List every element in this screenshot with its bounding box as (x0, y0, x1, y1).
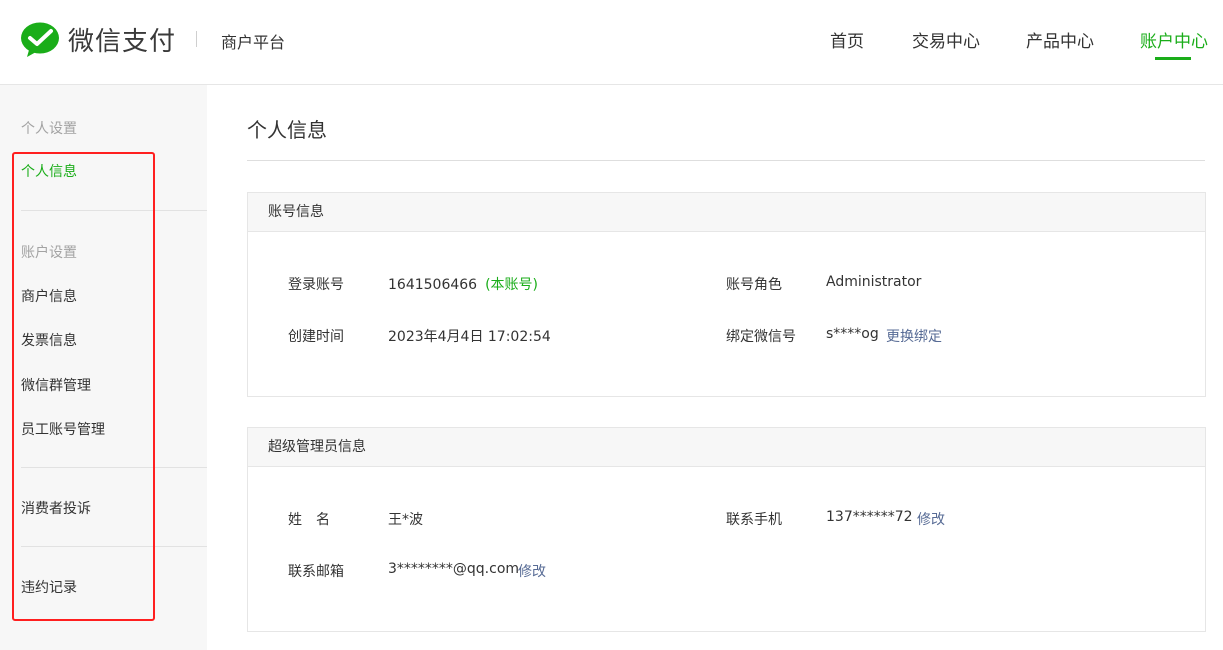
login-account-value: 1641506466 (本账号) (388, 274, 538, 294)
bound-wechat-value: s****og (826, 326, 879, 342)
header-divider (196, 31, 197, 47)
wechat-pay-logo-icon (21, 22, 59, 57)
edit-phone-link[interactable]: 修改 (917, 509, 945, 529)
account-info-card-title: 账号信息 (248, 193, 1205, 232)
contact-phone-value: 137******72 (826, 509, 913, 525)
nav-transactions[interactable]: 交易中心 (912, 27, 980, 52)
change-binding-link[interactable]: 更换绑定 (886, 326, 942, 346)
platform-name: 商户平台 (221, 33, 286, 52)
contact-email-value: 3********@qq.com (388, 561, 520, 577)
nav-account[interactable]: 账户中心 (1140, 27, 1208, 52)
contact-phone-label: 联系手机 (726, 512, 782, 528)
login-account-label: 登录账号 (288, 277, 344, 293)
nav-products[interactable]: 产品中心 (1026, 27, 1094, 52)
account-info-card: 账号信息 登录账号 1641506466 (本账号) 账号角色 Administr… (247, 192, 1206, 397)
wechat-pay-logo[interactable]: 微信支付 (20, 21, 176, 58)
name-value: 王*波 (388, 512, 423, 528)
sidebar-divider (21, 546, 207, 547)
active-nav-underline (1155, 57, 1191, 60)
sidebar-item-violation-records[interactable]: 违约记录 (21, 577, 77, 597)
created-time-value: 2023年4月4日 17:02:54 (388, 329, 551, 345)
edit-email-link[interactable]: 修改 (518, 561, 546, 581)
sidebar-item-personal-info[interactable]: 个人信息 (21, 161, 77, 181)
sidebar-item-merchant-info[interactable]: 商户信息 (21, 286, 77, 306)
super-admin-card: 超级管理员信息 姓 名 王*波 联系手机 137******72 修改 联系邮箱… (247, 427, 1206, 632)
account-role-label: 账号角色 (726, 277, 782, 293)
sidebar-item-invoice-info[interactable]: 发票信息 (21, 330, 77, 350)
sidebar-item-wechat-groups[interactable]: 微信群管理 (21, 375, 91, 395)
name-label: 姓 名 (288, 512, 330, 528)
super-admin-card-title: 超级管理员信息 (248, 428, 1205, 467)
contact-email-label: 联系邮箱 (288, 564, 344, 580)
sidebar-divider (21, 467, 207, 468)
sidebar-group-account: 账户设置 (21, 245, 77, 261)
bound-wechat-label: 绑定微信号 (726, 329, 796, 345)
top-header: 微信支付 商户平台 首页 交易中心 产品中心 账户中心 (0, 0, 1223, 85)
nav-home[interactable]: 首页 (830, 27, 864, 52)
sidebar-item-consumer-complaints[interactable]: 消费者投诉 (21, 498, 91, 518)
sidebar-group-personal: 个人设置 (21, 121, 77, 137)
sidebar: 个人设置 个人信息 账户设置 商户信息 发票信息 微信群管理 员工账号管理 消费… (0, 85, 207, 650)
account-role-value: Administrator (826, 274, 922, 290)
brand-name: 微信支付 (68, 27, 177, 57)
created-time-label: 创建时间 (288, 329, 344, 345)
page-title: 个人信息 (247, 118, 327, 142)
sidebar-item-staff-accounts[interactable]: 员工账号管理 (21, 419, 105, 439)
title-divider (247, 160, 1205, 161)
login-account-number: 1641506466 (388, 277, 478, 293)
this-account-tag: (本账号) (485, 277, 539, 293)
sidebar-divider (21, 210, 207, 211)
